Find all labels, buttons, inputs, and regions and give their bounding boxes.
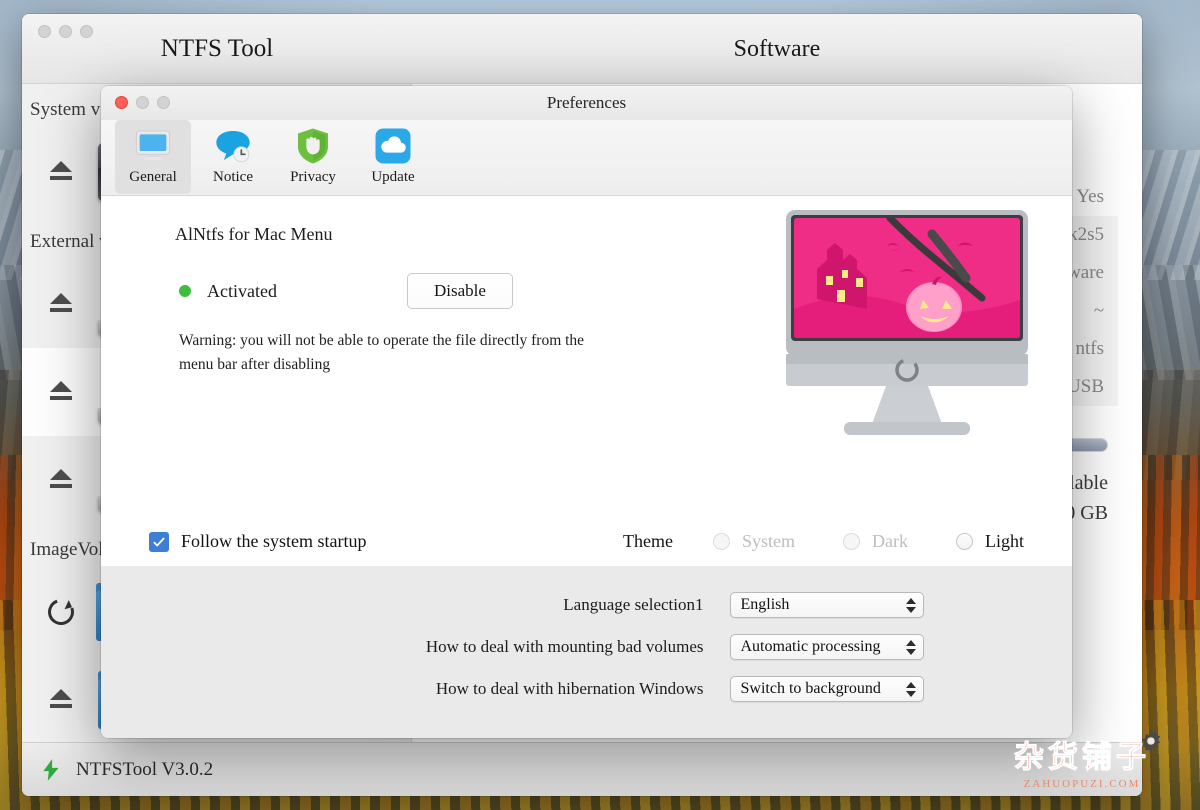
theme-option-light[interactable]: Light xyxy=(956,531,1024,552)
chevron-updown-icon[interactable] xyxy=(905,640,917,655)
refresh-icon[interactable] xyxy=(44,595,79,630)
cloud-icon xyxy=(373,126,413,166)
language-select[interactable]: English xyxy=(730,592,924,618)
preferences-toolbar: General Notice Privacy xyxy=(101,120,1072,196)
preferences-minimize-button[interactable] xyxy=(136,96,149,109)
form-row-bad-volumes: How to deal with mounting bad volumes Au… xyxy=(101,634,1072,660)
eject-icon[interactable] xyxy=(48,469,76,491)
theme-light-label: Light xyxy=(985,531,1024,552)
imac-illustration xyxy=(782,204,1032,464)
app-title-text: NTFS Tool xyxy=(161,35,273,63)
radio-icon[interactable] xyxy=(843,533,860,550)
theme-option-dark[interactable]: Dark xyxy=(843,531,908,552)
preferences-form-section: Language selection1 English How to deal … xyxy=(101,566,1072,738)
hibernation-value: Switch to background xyxy=(741,680,905,698)
prefs-options-row: Follow the system startup Theme System D… xyxy=(101,531,1072,552)
hibernation-label: How to deal with hibernation Windows xyxy=(250,679,730,699)
detail-value: Yes xyxy=(1076,186,1104,208)
chevron-updown-icon[interactable] xyxy=(905,598,917,613)
radio-icon[interactable] xyxy=(956,533,973,550)
lightning-icon xyxy=(38,757,64,783)
preferences-zoom-button[interactable] xyxy=(157,96,170,109)
detail-value: USB xyxy=(1067,376,1104,398)
monitor-icon xyxy=(133,126,173,166)
language-label: Language selection1 xyxy=(250,595,730,615)
chevron-updown-icon[interactable] xyxy=(905,682,917,697)
detail-value: ~ xyxy=(1094,300,1104,322)
warning-text: Warning: you will not be able to operate… xyxy=(179,329,609,377)
radio-icon[interactable] xyxy=(713,533,730,550)
follow-startup-label: Follow the system startup xyxy=(181,531,367,552)
detail-title-text: Software xyxy=(734,36,821,63)
follow-startup-checkbox[interactable] xyxy=(149,532,169,552)
eject-icon[interactable] xyxy=(48,161,76,183)
preferences-general-pane: AlNtfs for Mac Menu Activated Disable Wa… xyxy=(101,196,1072,566)
speech-bubble-clock-icon xyxy=(213,126,253,166)
disable-button[interactable]: Disable xyxy=(407,273,513,309)
app-sidebar-title: NTFS Tool xyxy=(22,14,412,84)
tab-privacy-label: Privacy xyxy=(290,169,336,186)
tab-update-label: Update xyxy=(371,169,414,186)
preferences-window: Preferences General Notice xyxy=(101,86,1072,738)
language-value: English xyxy=(741,596,905,614)
main-window-titlebar: NTFS Tool Software xyxy=(22,14,1142,84)
status-badge: Activated xyxy=(207,281,407,302)
theme-label: Theme xyxy=(623,531,673,552)
status-bar: NTFSTool V3.0.2 xyxy=(22,742,1142,796)
eject-icon[interactable] xyxy=(48,381,76,403)
theme-option-system[interactable]: System xyxy=(713,531,795,552)
eject-icon[interactable] xyxy=(48,293,76,315)
theme-selector: Theme System Dark Light xyxy=(623,531,1032,552)
tab-notice-label: Notice xyxy=(213,169,253,186)
preferences-title: Preferences xyxy=(547,93,626,113)
app-version-label: NTFSTool V3.0.2 xyxy=(76,759,213,781)
bad-volumes-value: Automatic processing xyxy=(741,638,905,656)
watermark-text-en: ZAHUOPUZI.COM xyxy=(982,778,1182,790)
desktop-wallpaper: NTFS Tool Software System vo External v xyxy=(0,0,1200,810)
status-dot-icon xyxy=(179,285,191,297)
tab-update[interactable]: Update xyxy=(355,120,431,194)
tab-general-label: General xyxy=(129,169,176,186)
hibernation-select[interactable]: Switch to background xyxy=(730,676,924,702)
form-row-language: Language selection1 English xyxy=(101,592,1072,618)
preferences-close-button[interactable] xyxy=(115,96,128,109)
form-row-hibernation: How to deal with hibernation Windows Swi… xyxy=(101,676,1072,702)
detail-value: ntfs xyxy=(1076,338,1105,360)
eject-icon[interactable] xyxy=(48,689,76,711)
bad-volumes-label: How to deal with mounting bad volumes xyxy=(250,637,730,657)
theme-system-label: System xyxy=(742,531,795,552)
tab-general[interactable]: General xyxy=(115,120,191,194)
site-watermark: 杂货铺子 ZAHUOPUZI.COM xyxy=(982,732,1182,804)
theme-dark-label: Dark xyxy=(872,531,908,552)
shield-hand-icon xyxy=(293,126,333,166)
tab-privacy[interactable]: Privacy xyxy=(275,120,351,194)
gear-icon xyxy=(1138,728,1164,754)
preferences-traffic-lights[interactable] xyxy=(115,96,170,109)
app-detail-title: Software xyxy=(412,14,1142,84)
preferences-titlebar: Preferences xyxy=(101,86,1072,120)
bad-volumes-select[interactable]: Automatic processing xyxy=(730,634,924,660)
tab-notice[interactable]: Notice xyxy=(195,120,271,194)
